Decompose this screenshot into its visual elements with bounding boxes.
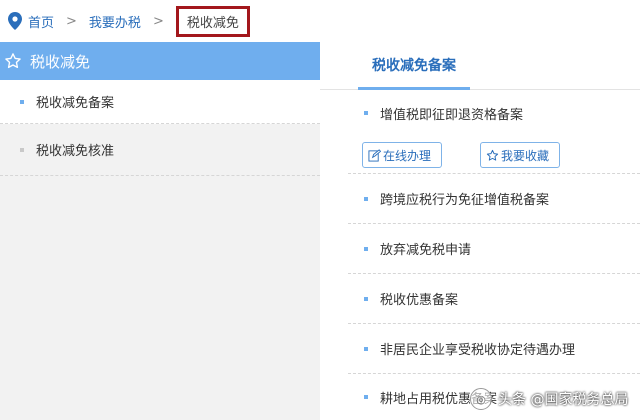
online-process-label: 在线办理 bbox=[383, 148, 432, 163]
list-item-title-row[interactable]: 增值税即征即退资格备案 bbox=[348, 90, 640, 136]
bullet-icon bbox=[364, 246, 368, 251]
list-item[interactable]: 放弃减免税申请 bbox=[348, 224, 640, 274]
bullet-icon bbox=[364, 196, 368, 201]
list-item-label: 增值税即征即退资格备案 bbox=[380, 107, 524, 123]
bullet-icon bbox=[364, 296, 368, 301]
sidebar-item-reduction-filing[interactable]: 税收减免备案 bbox=[0, 80, 320, 124]
list-item-label: 税收优惠备案 bbox=[380, 293, 459, 308]
main-content: 税收减免备案 增值税即征即退资格备案 在线办理 我要收藏 跨境应税行为免征增值税… bbox=[320, 42, 640, 420]
watermark: ◎ 头条 @国家税务总局 bbox=[470, 386, 640, 412]
sidebar: 税收减免 税收减免备案 税收减免核准 bbox=[0, 42, 320, 420]
favorite-button[interactable]: 我要收藏 bbox=[480, 142, 560, 168]
breadcrumb-tax-link[interactable]: 我要办税 bbox=[89, 12, 141, 31]
online-process-button[interactable]: 在线办理 bbox=[362, 142, 442, 168]
sidebar-title: 税收减免 bbox=[30, 52, 91, 71]
breadcrumb-home-link[interactable]: 首页 bbox=[28, 12, 54, 31]
breadcrumb-separator: > bbox=[152, 13, 164, 29]
breadcrumb-separator: > bbox=[66, 13, 77, 29]
list-item[interactable]: 非居民企业享受税收协定待遇办理 bbox=[348, 324, 640, 374]
breadcrumb: 首页 > 我要办税 > 税收减免 bbox=[0, 0, 640, 42]
sidebar-item-reduction-approval[interactable]: 税收减免核准 bbox=[0, 124, 320, 176]
bullet-icon bbox=[364, 111, 368, 115]
watermark-logo-icon: ◎ bbox=[470, 388, 492, 410]
list-item-label: 非居民企业享受税收协定待遇办理 bbox=[380, 343, 576, 358]
sidebar-item-label: 税收减免核准 bbox=[36, 144, 115, 159]
tab-reduction-filing[interactable]: 税收减免备案 bbox=[358, 42, 470, 90]
edit-icon bbox=[368, 148, 381, 162]
tab-bar: 税收减免备案 bbox=[320, 42, 640, 90]
list-item[interactable]: 税收优惠备案 bbox=[348, 274, 640, 324]
list-item: 增值税即征即退资格备案 在线办理 我要收藏 bbox=[348, 90, 640, 174]
watermark-text: 头条 @国家税务总局 bbox=[498, 392, 629, 408]
star-icon bbox=[486, 149, 499, 161]
list-item[interactable]: 跨境应税行为免征增值税备案 bbox=[348, 174, 640, 224]
sidebar-item-label: 税收减免备案 bbox=[36, 96, 115, 111]
sidebar-header: 税收减免 bbox=[0, 42, 320, 80]
list-item-label: 放弃减免税申请 bbox=[380, 243, 472, 258]
location-pin-icon bbox=[8, 12, 22, 30]
breadcrumb-current: 税收减免 bbox=[175, 5, 250, 37]
favorite-label: 我要收藏 bbox=[501, 148, 550, 163]
list-item-label: 跨境应税行为免征增值税备案 bbox=[380, 193, 550, 208]
bullet-icon bbox=[364, 346, 368, 351]
bullet-icon bbox=[20, 147, 24, 152]
bullet-icon bbox=[20, 99, 24, 104]
bullet-icon bbox=[364, 395, 368, 399]
star-icon bbox=[5, 53, 21, 69]
